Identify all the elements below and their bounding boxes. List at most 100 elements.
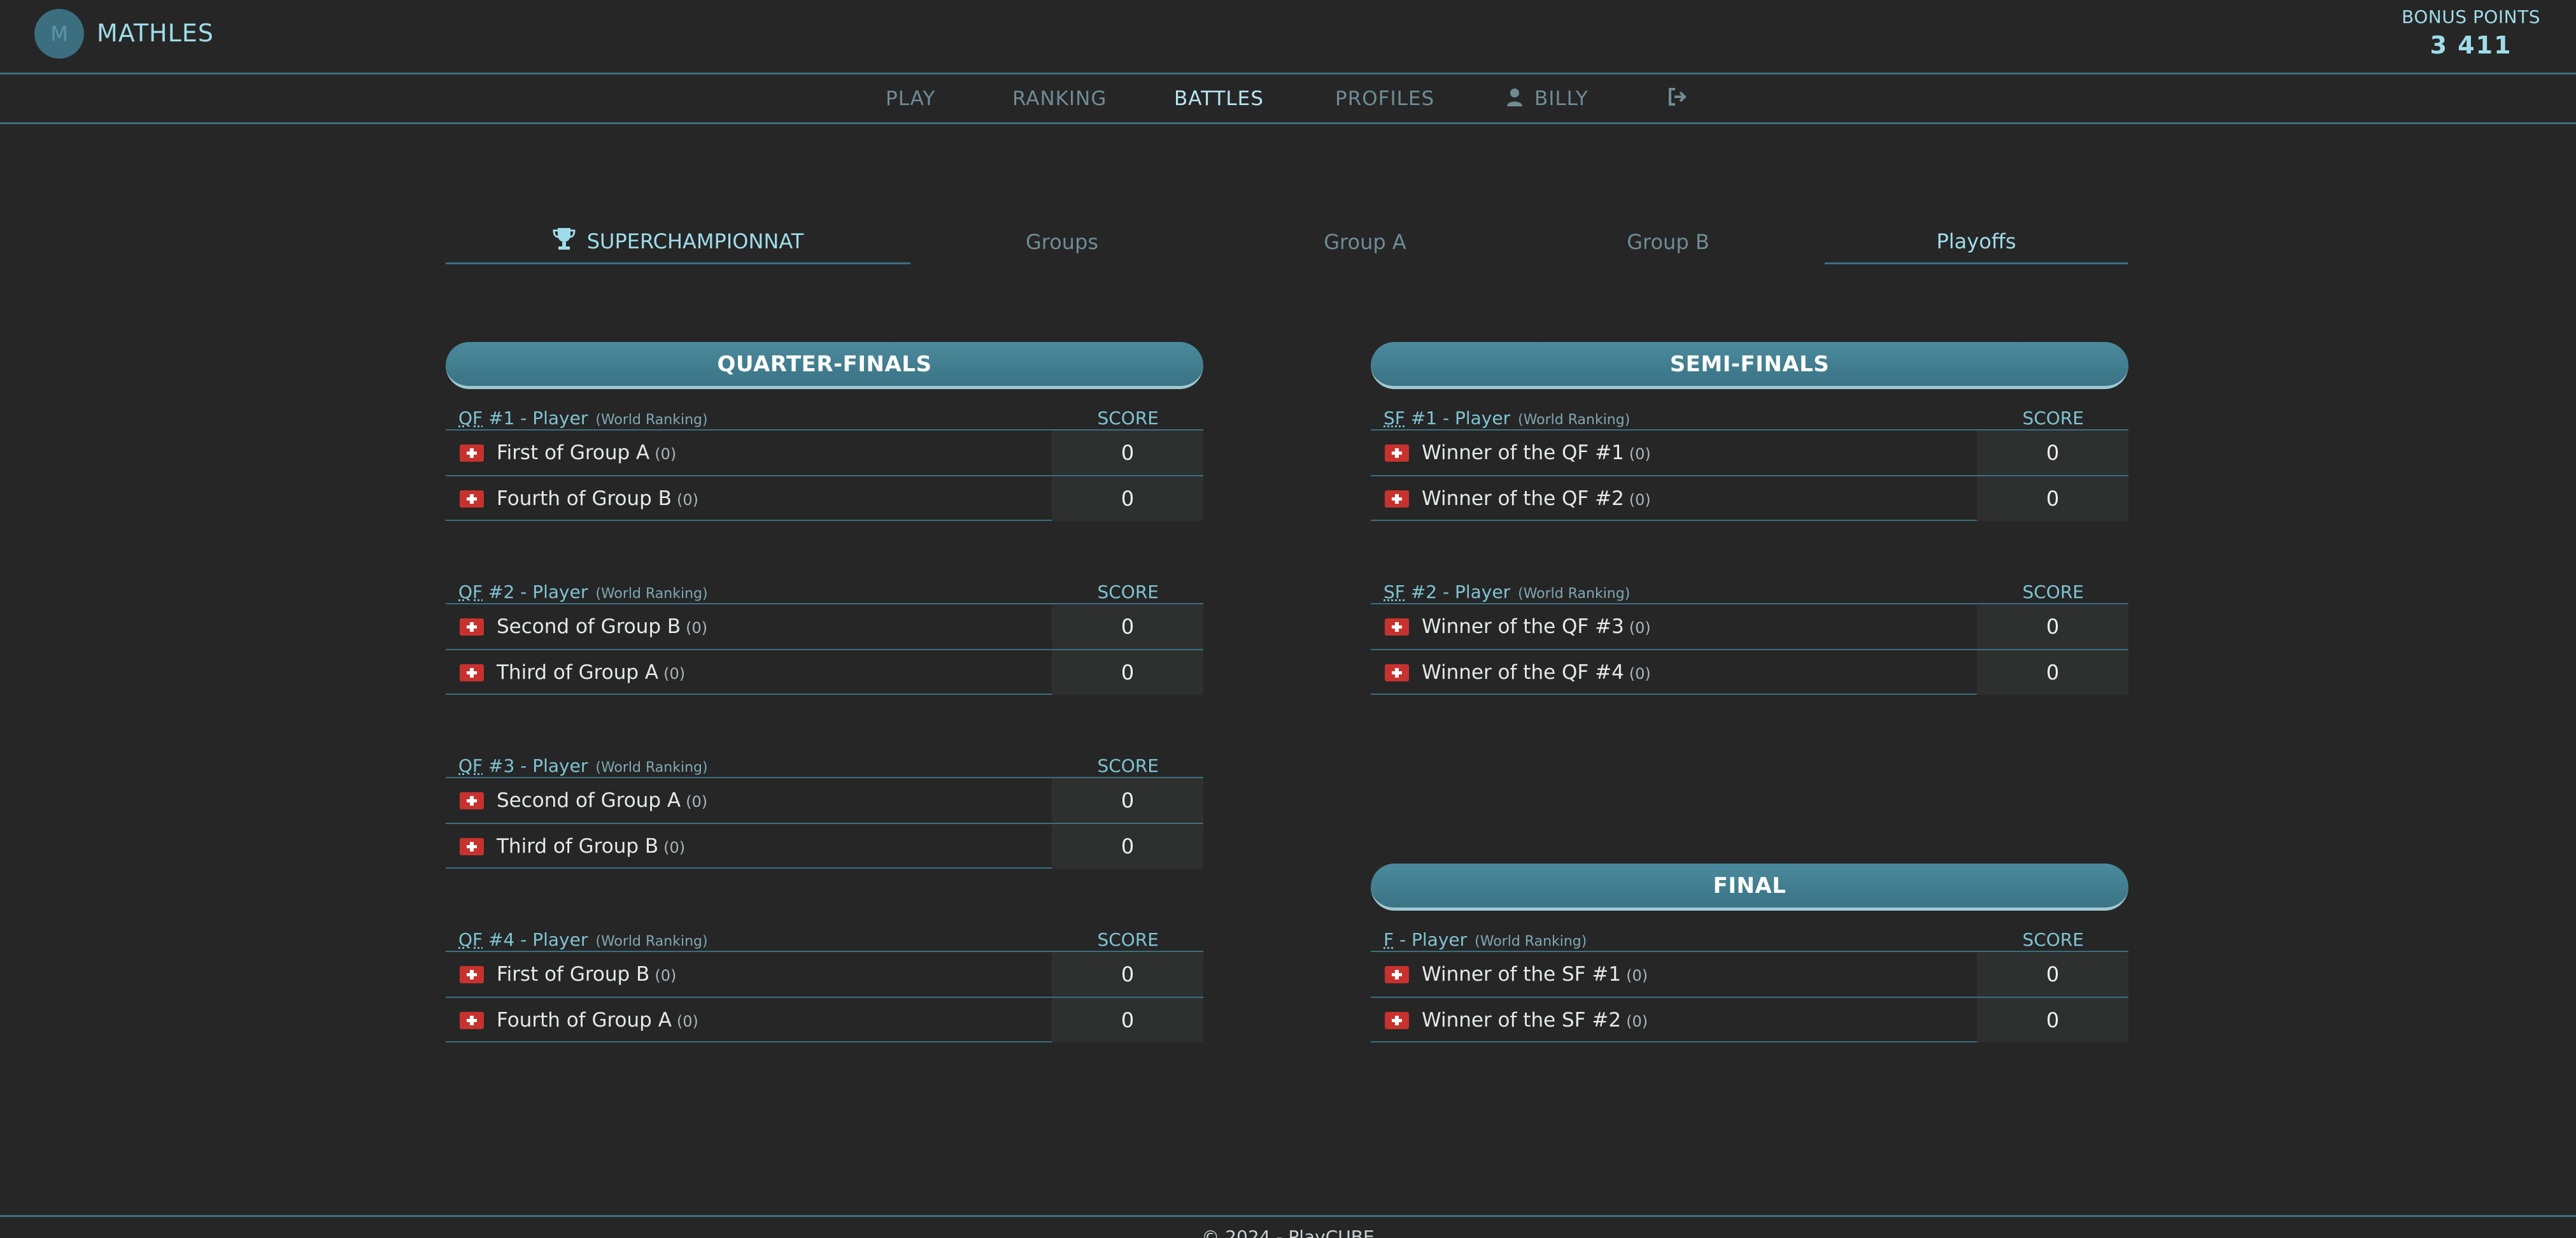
player-score: 0	[1977, 430, 2128, 475]
player-row[interactable]: Second of Group B (0) 0	[446, 603, 1203, 649]
swiss-flag-icon	[1385, 490, 1409, 508]
player-name-text: Winner of the SF #1	[1422, 963, 1622, 986]
player-row[interactable]: Winner of the SF #1 (0) 0	[1371, 951, 2128, 997]
player-row[interactable]: Winner of the QF #4 (0) 0	[1371, 649, 2128, 695]
world-ranking-label: (World Ranking)	[595, 586, 708, 602]
match-header: SF #1 - Player (World Ranking) SCORE	[1371, 404, 2128, 429]
player-row[interactable]: Second of Group A (0) 0	[446, 777, 1203, 823]
qf1-match: QF #1 - Player (World Ranking) SCORE Firs…	[446, 404, 1203, 521]
world-ranking-label: (World Ranking)	[1518, 412, 1631, 428]
player-rank: (0)	[655, 445, 677, 463]
user-icon	[1506, 88, 1523, 112]
match-header: SF #2 - Player (World Ranking) SCORE	[1371, 578, 2128, 603]
player-name: Winner of the QF #4 (0)	[1422, 661, 1651, 684]
match-abbr: QF	[458, 581, 483, 602]
nav-user[interactable]: BILLY	[1506, 87, 1589, 112]
player-rank: (0)	[1629, 619, 1651, 637]
player-name: Second of Group A (0)	[497, 789, 707, 812]
tab-group-b[interactable]: Group B	[1517, 220, 1820, 264]
player-name: Fourth of Group A (0)	[497, 1009, 698, 1032]
player-name-text: Third of Group B	[497, 835, 659, 858]
tab-group-a[interactable]: Group A	[1214, 220, 1517, 264]
player-score: 0	[1052, 778, 1203, 823]
player-row[interactable]: Third of Group B (0) 0	[446, 823, 1203, 869]
player-rank: (0)	[686, 619, 708, 637]
match-abbr: QF	[458, 755, 483, 776]
top-header: M MATHLES BONUS POINTS 3 411	[0, 0, 2576, 75]
tab-superchampionnat[interactable]: SUPERCHAMPIONNAT	[446, 220, 910, 264]
player-name-text: Second of Group A	[497, 789, 681, 812]
player-name-text: Winner of the SF #2	[1422, 1009, 1622, 1032]
player-score: 0	[1977, 604, 2128, 649]
player-row[interactable]: Fourth of Group B (0) 0	[446, 475, 1203, 521]
player-row[interactable]: First of Group A (0) 0	[446, 429, 1203, 475]
logout-icon[interactable]	[1667, 86, 1688, 113]
nav-ranking[interactable]: RANKING	[1012, 87, 1107, 110]
nav-user-label: BILLY	[1534, 87, 1589, 110]
player-name-text: Fourth of Group B	[497, 487, 672, 510]
footer-divider	[0, 1215, 2576, 1217]
tab-groups[interactable]: Groups	[910, 220, 1214, 264]
player-row[interactable]: Fourth of Group A (0) 0	[446, 997, 1203, 1042]
swiss-flag-icon	[460, 664, 484, 681]
player-name-text: First of Group A	[497, 441, 650, 464]
avatar[interactable]: M	[34, 9, 84, 59]
player-name: Third of Group A (0)	[497, 661, 685, 684]
qf3-match: QF #3 - Player (World Ranking) SCORE Seco…	[446, 751, 1203, 869]
bonus-points-value: 3 411	[2430, 31, 2512, 59]
score-label: SCORE	[2022, 408, 2084, 429]
swiss-flag-icon	[1385, 618, 1409, 636]
player-row[interactable]: Winner of the SF #2 (0) 0	[1371, 997, 2128, 1042]
match-header: F - Player (World Ranking) SCORE	[1371, 925, 2128, 951]
match-header: QF #3 - Player (World Ranking) SCORE	[446, 751, 1203, 777]
quarterfinals-header: QUARTER-FINALS	[446, 342, 1203, 389]
swiss-flag-icon	[1385, 445, 1409, 462]
world-ranking-label: (World Ranking)	[1518, 586, 1631, 602]
match-title-text: #1 - Player	[1405, 408, 1511, 429]
player-rank: (0)	[686, 793, 708, 811]
player-name-text: First of Group B	[497, 963, 650, 986]
player-row[interactable]: Winner of the QF #1 (0) 0	[1371, 429, 2128, 475]
player-row[interactable]: Winner of the QF #2 (0) 0	[1371, 475, 2128, 521]
match-title: QF #3 - Player (World Ranking)	[458, 755, 708, 776]
player-row[interactable]: Third of Group A (0) 0	[446, 649, 1203, 695]
player-name: Winner of the QF #3 (0)	[1422, 615, 1651, 638]
player-score: 0	[1052, 430, 1203, 475]
player-row[interactable]: First of Group B (0) 0	[446, 951, 1203, 997]
tab-playoffs[interactable]: Playoffs	[1825, 220, 2128, 264]
match-abbr: QF	[458, 408, 483, 429]
player-row[interactable]: Winner of the QF #3 (0) 0	[1371, 603, 2128, 649]
nav-profiles[interactable]: PROFILES	[1335, 87, 1434, 110]
nav-play[interactable]: PLAY	[886, 87, 935, 110]
player-name: Winner of the SF #1 (0)	[1422, 963, 1648, 986]
qf4-match: QF #4 - Player (World Ranking) SCORE Firs…	[446, 925, 1203, 1042]
final-match: F - Player (World Ranking) SCORE Winner o…	[1371, 925, 2128, 1042]
player-rank: (0)	[676, 491, 698, 509]
swiss-flag-icon	[1385, 1012, 1409, 1029]
match-title: QF #1 - Player (World Ranking)	[458, 408, 708, 429]
player-score: 0	[1977, 998, 2128, 1042]
swiss-flag-icon	[460, 966, 484, 983]
bonus-points-label: BONUS POINTS	[2402, 6, 2540, 27]
tab-superchampionnat-label: SUPERCHAMPIONNAT	[586, 229, 804, 253]
brand-name[interactable]: MATHLES	[97, 19, 214, 47]
score-label: SCORE	[2022, 581, 2084, 602]
player-score: 0	[1052, 824, 1203, 869]
match-title-text: #3 - Player	[483, 755, 588, 776]
main-nav: PLAY RANKING BATTLES PROFILES BILLY	[0, 75, 2576, 124]
player-name-text: Winner of the QF #2	[1422, 487, 1624, 510]
trophy-icon	[553, 226, 576, 257]
world-ranking-label: (World Ranking)	[595, 760, 708, 776]
swiss-flag-icon	[460, 445, 484, 462]
match-title-text: #1 - Player	[483, 408, 588, 429]
player-name-text: Winner of the QF #4	[1422, 661, 1624, 684]
match-title: SF #2 - Player (World Ranking)	[1384, 581, 1630, 602]
match-abbr: SF	[1384, 408, 1405, 429]
player-score: 0	[1977, 952, 2128, 997]
player-rank: (0)	[676, 1013, 698, 1030]
nav-battles[interactable]: BATTLES	[1174, 87, 1264, 110]
match-abbr: QF	[458, 929, 483, 950]
player-rank: (0)	[663, 665, 686, 683]
player-rank: (0)	[1629, 491, 1651, 509]
qf2-match: QF #2 - Player (World Ranking) SCORE Seco…	[446, 578, 1203, 695]
